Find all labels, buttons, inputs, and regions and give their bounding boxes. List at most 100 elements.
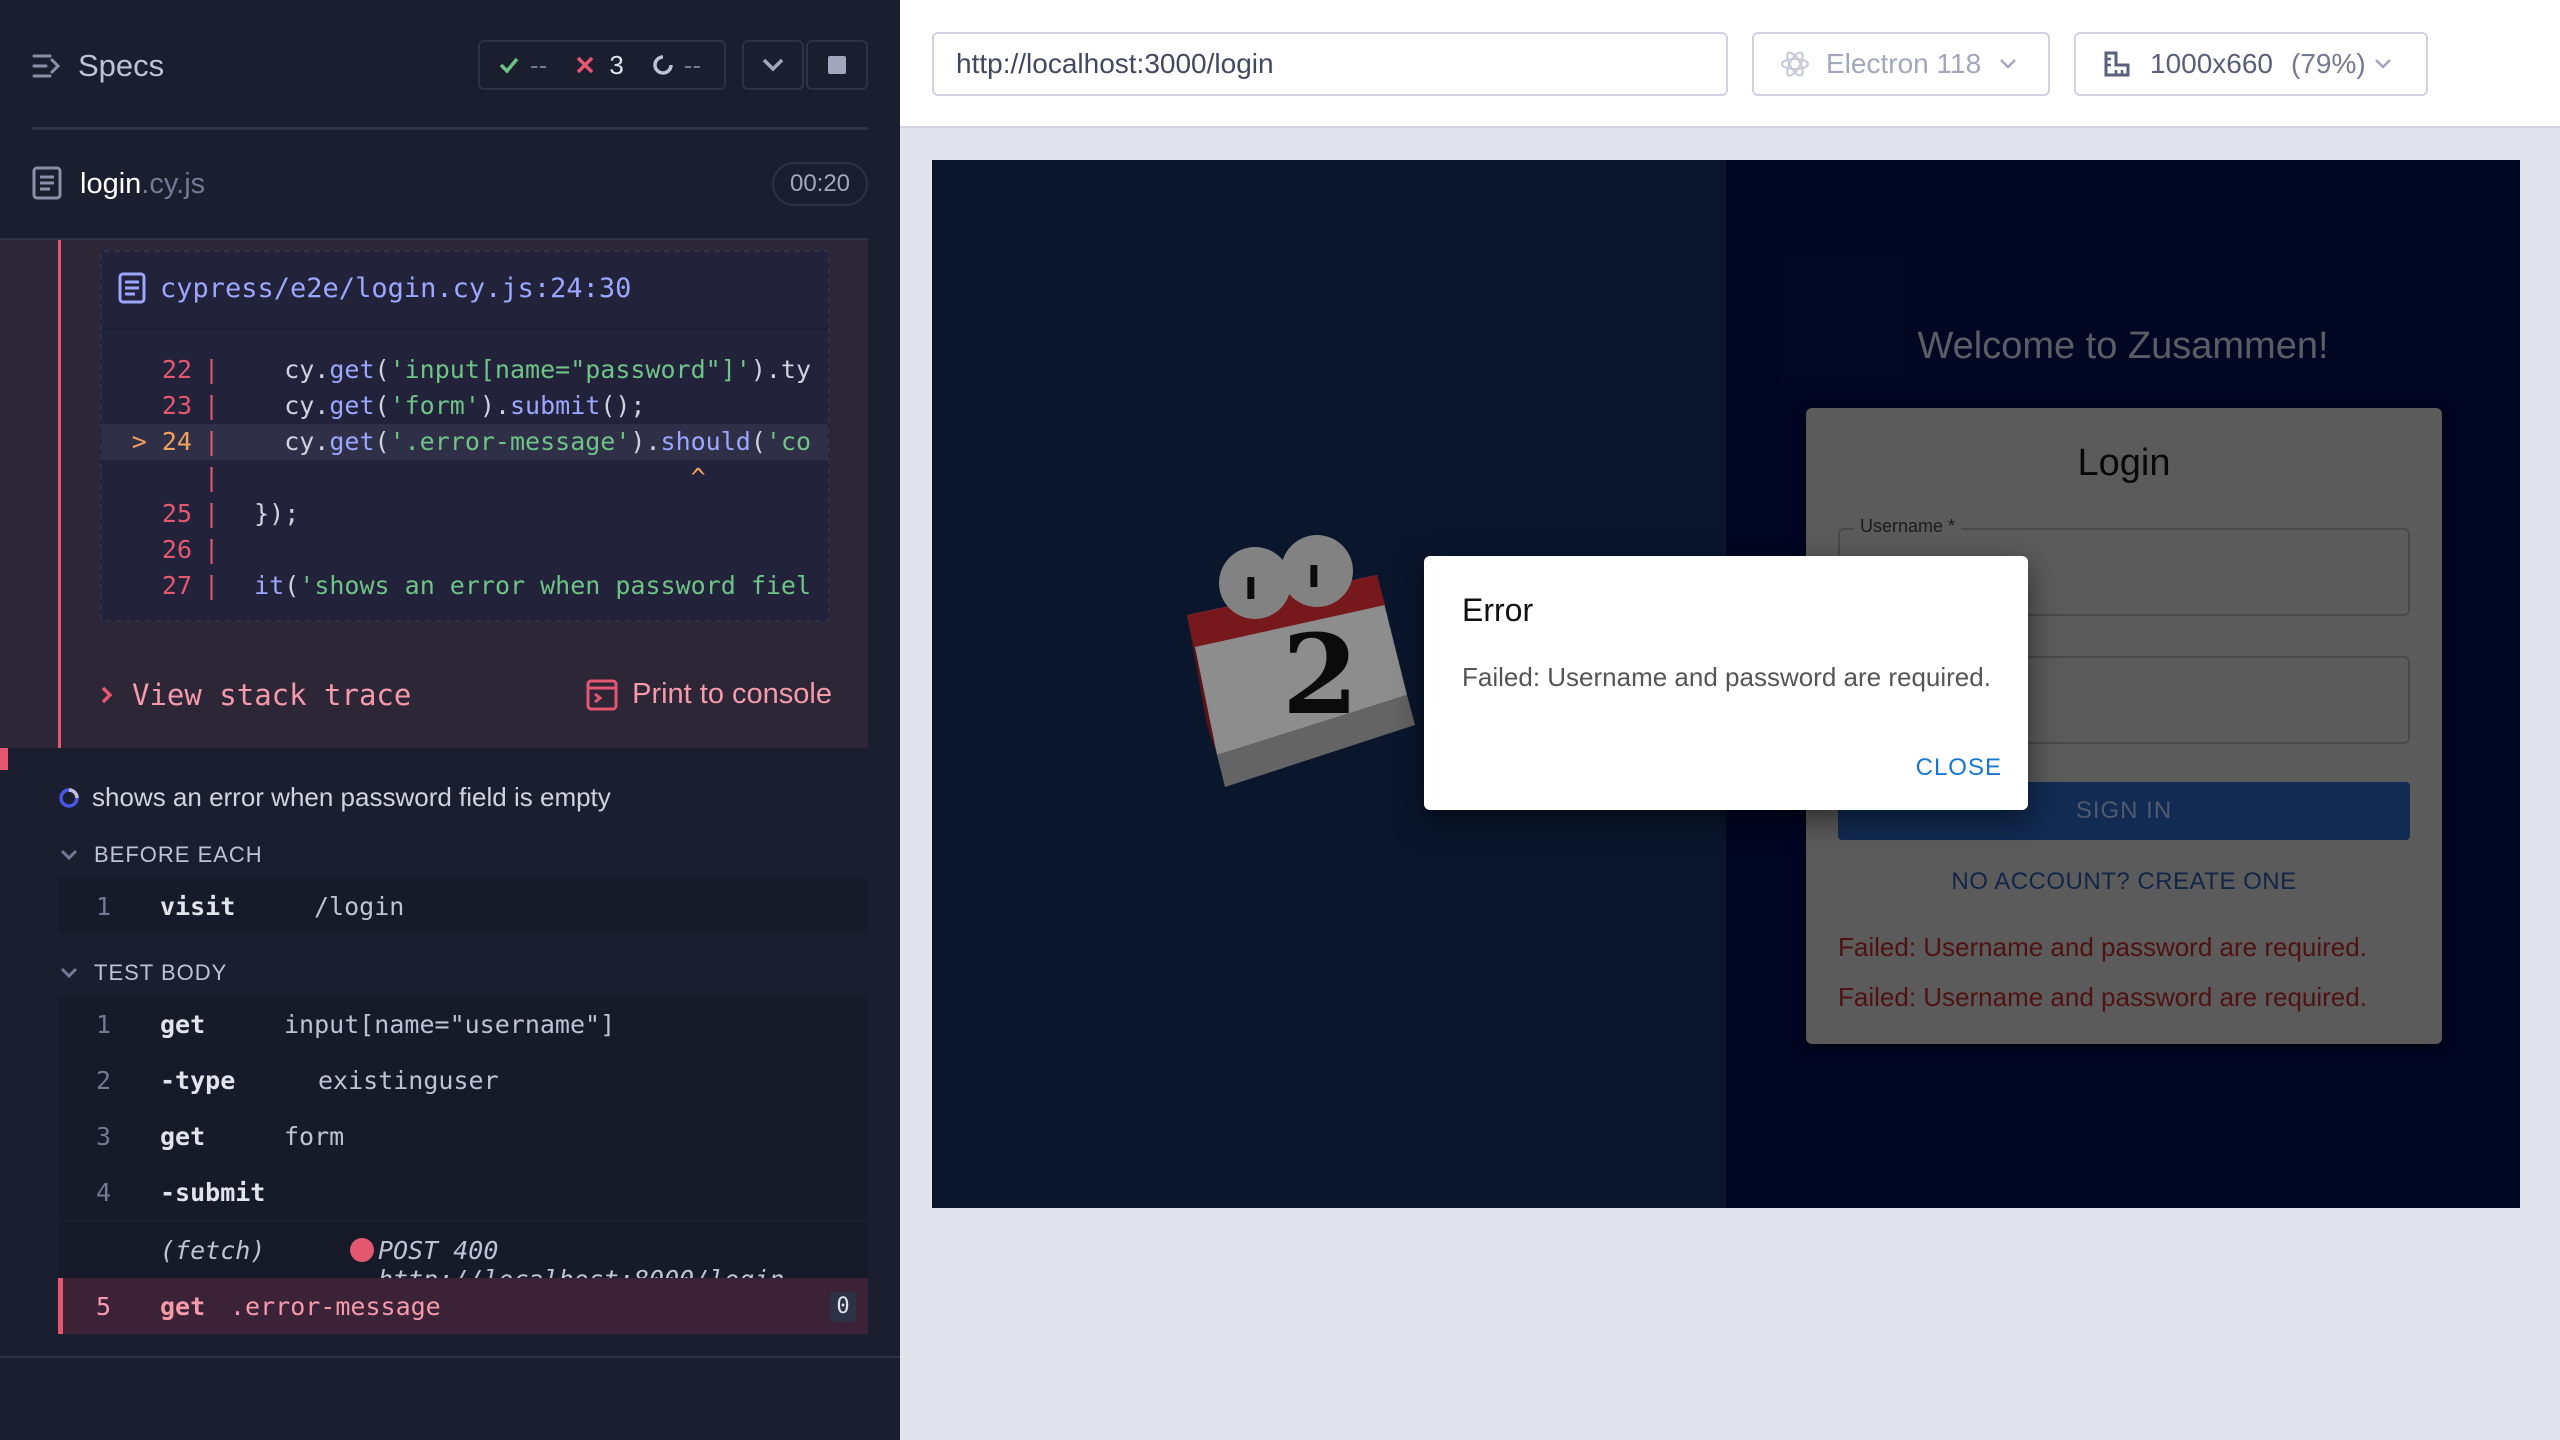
before-each-hook-header[interactable]: BEFORE EACH xyxy=(60,842,263,868)
code-line: 23 | cy.get('form').submit(); xyxy=(102,388,828,424)
terminal-icon xyxy=(586,679,618,710)
specs-list-icon[interactable] xyxy=(32,52,62,80)
fetch-label: (fetch) xyxy=(160,1236,266,1265)
document-icon xyxy=(32,166,62,200)
line-gutter: | xyxy=(204,391,220,420)
line-number: 22 xyxy=(161,355,192,384)
code-frame: cypress/e2e/login.cy.js:24:30 22 | cy.get… xyxy=(100,250,830,622)
line-gutter: | xyxy=(204,355,220,384)
ruler-icon xyxy=(2104,51,2130,77)
specs-label[interactable]: Specs xyxy=(78,48,164,84)
error-dialog: Error Failed: Username and password are … xyxy=(1424,556,2028,810)
command-name: -type xyxy=(160,1066,236,1095)
failed-request-dot-icon xyxy=(350,1238,374,1262)
test-body-hook-header[interactable]: TEST BODY xyxy=(60,960,227,986)
check-icon xyxy=(499,57,519,74)
aut-iframe: ı ı 2 Welcome to Zusammen! Login Usernam… xyxy=(932,160,2520,1208)
command-number: 4 xyxy=(96,1178,112,1207)
spec-filename[interactable]: login.cy.js xyxy=(80,168,205,201)
command-name: get xyxy=(160,1010,206,1039)
viewport-selector[interactable]: 1000x660 (79%) xyxy=(2074,32,2428,96)
command-number: 5 xyxy=(96,1292,112,1321)
dialog-message: Failed: Username and password are requir… xyxy=(1462,662,1991,692)
code-line: > 24 | cy.get('.error-message').should('c… xyxy=(102,424,828,460)
command-row[interactable]: 1 visit /login xyxy=(58,878,868,934)
element-count-badge: 0 xyxy=(830,1292,856,1322)
command-name: -submit xyxy=(160,1178,266,1207)
line-number: 27 xyxy=(161,571,192,600)
test-title-text: shows an error when password field is em… xyxy=(92,782,611,812)
command-row[interactable]: 3 get form xyxy=(58,1108,868,1164)
line-source: ^ xyxy=(690,463,706,492)
x-icon xyxy=(577,56,594,74)
print-to-console-label: Print to console xyxy=(632,678,832,710)
command-message: existinguser xyxy=(318,1066,499,1095)
bottom-divider xyxy=(0,1356,900,1358)
command-row[interactable]: 1 get input[name="username"] xyxy=(58,996,868,1052)
url-bar[interactable]: http://localhost:3000/login xyxy=(932,32,1728,96)
command-message: .error-message xyxy=(230,1292,441,1321)
code-frame-path: cypress/e2e/login.cy.js:24:30 xyxy=(160,272,632,304)
command-name: get xyxy=(160,1292,206,1321)
stop-button[interactable] xyxy=(806,40,868,90)
failed-stat: 3 xyxy=(575,49,624,81)
browser-label: Electron 118 xyxy=(1826,48,1982,79)
error-indicator xyxy=(58,240,61,748)
command-row[interactable]: 2 -type existinguser xyxy=(58,1052,868,1108)
spinner-icon xyxy=(653,55,673,75)
reporter-header: Specs -- 3 -- xyxy=(0,0,900,128)
dialog-close-button[interactable]: CLOSE xyxy=(1916,754,2002,782)
fetch-request-row[interactable]: (fetch) POST 400 http://localhost:8000/l… xyxy=(58,1222,868,1294)
view-stack-trace-button[interactable]: View stack trace xyxy=(100,678,411,712)
line-source: it('shows an error when password fiel xyxy=(254,571,812,600)
print-to-console-button[interactable]: Print to console xyxy=(586,678,832,711)
failed-count: 3 xyxy=(609,49,624,80)
running-icon xyxy=(59,787,79,808)
line-number: 23 xyxy=(161,391,192,420)
spec-name: login xyxy=(80,168,142,200)
line-number: > 24 xyxy=(131,427,192,456)
line-gutter: | xyxy=(204,463,220,492)
stop-icon xyxy=(828,56,846,74)
line-source: cy.get('.error-message').should('co xyxy=(224,427,812,456)
command-number: 3 xyxy=(96,1122,112,1151)
file-icon xyxy=(118,272,146,304)
toggle-auto-scroll-button[interactable] xyxy=(742,40,804,90)
line-gutter: | xyxy=(204,427,220,456)
pending-stat: -- xyxy=(652,50,701,81)
pending-count: -- xyxy=(683,49,702,80)
electron-icon xyxy=(1781,51,1809,77)
failed-command-row[interactable]: 5 get .error-message 0 xyxy=(58,1278,868,1334)
line-source: cy.get('input[name="password"]').ty xyxy=(224,355,812,384)
command-name: get xyxy=(160,1122,206,1151)
command-log-panel: Specs -- 3 -- login.cy.js 00:20 cypress/… xyxy=(0,0,900,1440)
command-row[interactable]: 4 -submit xyxy=(58,1164,868,1220)
command-number: 2 xyxy=(96,1066,112,1095)
code-frame-file-link[interactable]: cypress/e2e/login.cy.js:24:30 xyxy=(118,272,631,304)
command-message: /login xyxy=(314,892,405,921)
line-source: }); xyxy=(224,499,300,528)
view-stack-trace-label: View stack trace xyxy=(132,678,412,712)
test-body-label: TEST BODY xyxy=(94,960,228,985)
command-name: visit xyxy=(160,892,236,921)
passed-stat: -- xyxy=(498,50,547,81)
line-gutter: | xyxy=(204,499,220,528)
error-actions: View stack trace Print to console xyxy=(100,668,840,728)
code-line: 26 | xyxy=(102,532,828,568)
spec-duration: 00:20 xyxy=(772,162,868,206)
command-message: form xyxy=(284,1122,345,1151)
chevron-down-icon xyxy=(60,967,78,979)
code-line: | ^ xyxy=(102,460,828,496)
passed-count: -- xyxy=(530,49,548,80)
header-divider xyxy=(32,127,868,130)
zoom-level: (79%) xyxy=(2291,48,2366,79)
chevron-right-icon xyxy=(101,686,113,704)
line-source: cy.get('form').submit(); xyxy=(224,391,646,420)
line-gutter: | xyxy=(204,535,220,564)
test-title[interactable]: shows an error when password field is em… xyxy=(58,782,611,813)
browser-selector[interactable]: Electron 118 xyxy=(1752,32,2050,96)
line-gutter: | xyxy=(204,571,220,600)
command-number: 1 xyxy=(96,892,112,921)
line-number: 25 xyxy=(161,499,192,528)
chevron-down-icon xyxy=(762,58,784,72)
